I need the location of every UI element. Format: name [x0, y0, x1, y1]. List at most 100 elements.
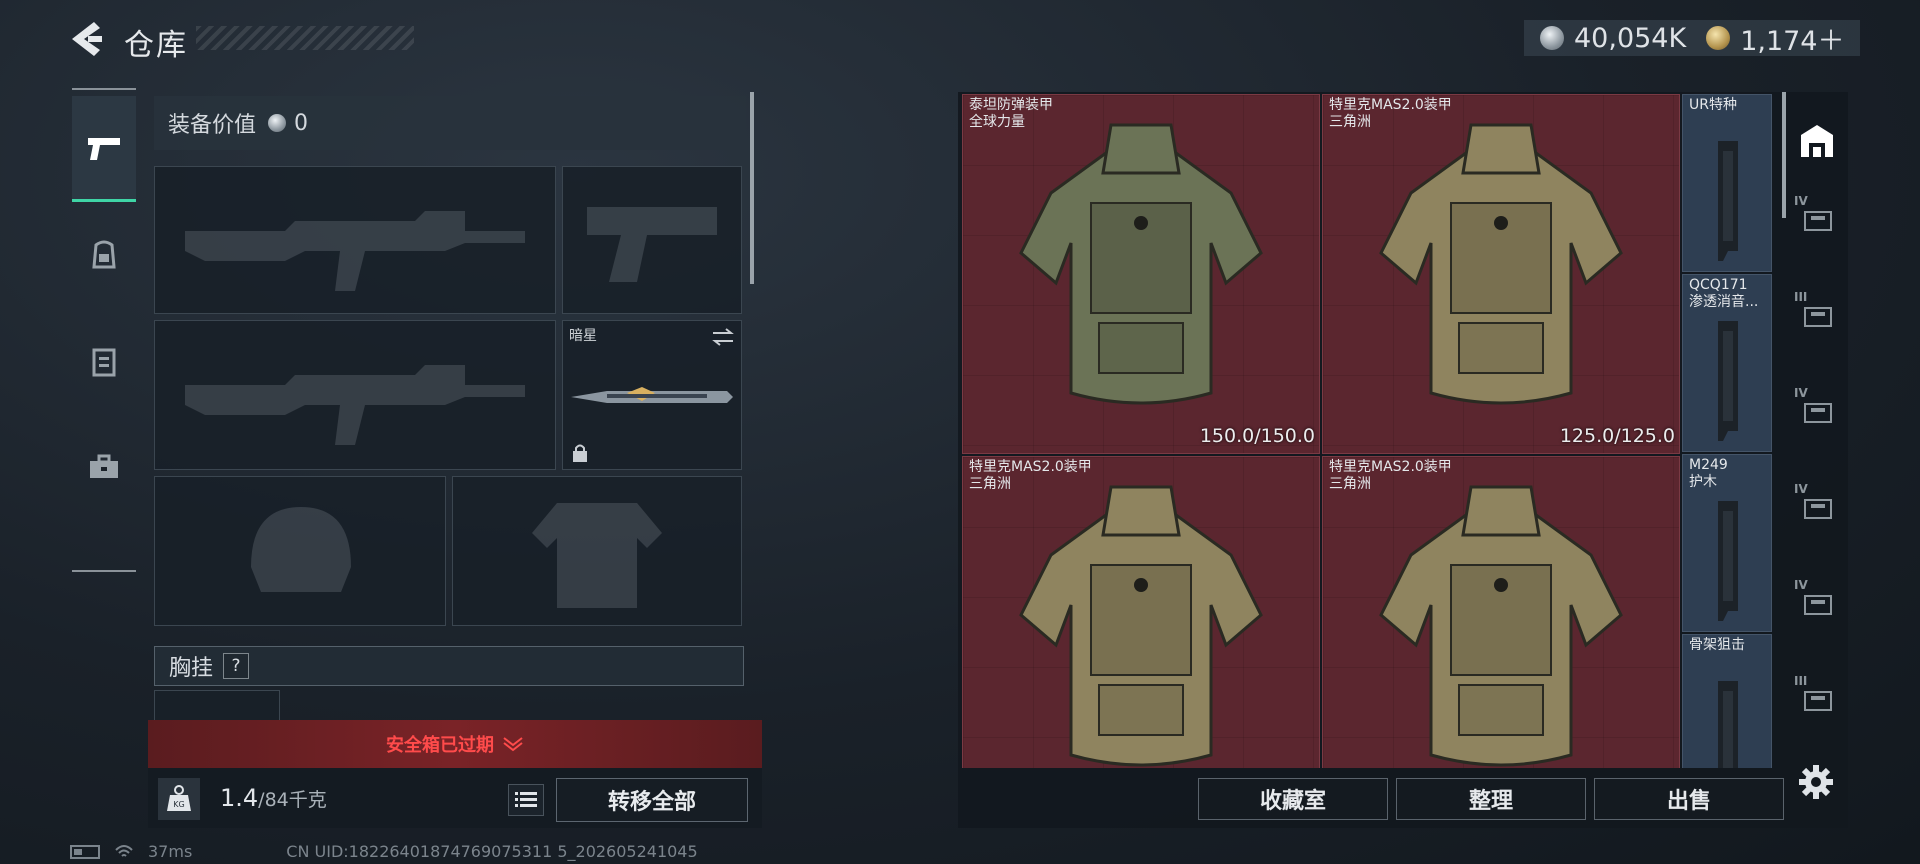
attachment-icon — [1718, 141, 1738, 261]
item-durability: 150.0/150.0 — [1199, 425, 1315, 447]
silver-coin-icon — [268, 114, 287, 132]
storage-item-attachment[interactable]: 骨架狙击 — [1682, 634, 1772, 768]
equipment-tabs — [72, 88, 136, 572]
attachment-icon — [1718, 681, 1738, 768]
storage-item-attachment[interactable]: M249 护木 — [1682, 454, 1772, 632]
item-name: 特里克MAS2.0装甲 三角洲 — [1329, 97, 1452, 131]
transfer-all-button[interactable]: 转移全部 — [556, 778, 748, 822]
tab-case[interactable] — [72, 414, 136, 520]
sell-button[interactable]: 出售 — [1594, 778, 1784, 820]
item-name: UR特种 — [1689, 97, 1737, 114]
item-name: 特里克MAS2.0装甲 三角洲 — [1329, 459, 1452, 493]
svg-text:KG: KG — [173, 800, 184, 809]
item-name: M249 护木 — [1689, 457, 1728, 491]
silver-coin-icon — [1540, 26, 1564, 50]
tier-label: IV — [1794, 386, 1808, 400]
tab-storage-section[interactable]: IV — [1792, 578, 1842, 628]
settings-button[interactable] — [1796, 762, 1836, 802]
title-decoration — [196, 26, 414, 50]
weight-max: /84千克 — [258, 789, 327, 811]
melee-name: 暗星 — [569, 328, 597, 344]
tab-storage-section[interactable]: III — [1792, 290, 1842, 340]
chest-rig-label: 胸挂 — [169, 656, 214, 681]
item-name-line: 三角洲 — [1329, 476, 1371, 492]
tab-backpack[interactable] — [72, 202, 136, 308]
swap-icon[interactable] — [711, 327, 735, 347]
tier-label: IV — [1794, 578, 1808, 592]
weight-readout: 1.4/84千克 — [220, 784, 327, 812]
tier-label: IV — [1794, 194, 1808, 208]
item-name-line: UR特种 — [1689, 97, 1737, 113]
item-name-line: 特里克MAS2.0装甲 — [1329, 459, 1452, 475]
tab-storage-section[interactable]: III — [1792, 674, 1842, 724]
gear-icon — [1799, 765, 1833, 799]
weight-icon: KG — [158, 778, 200, 820]
warehouse-icon — [1801, 125, 1833, 157]
tier-label: III — [1794, 674, 1808, 688]
gold-currency-value[interactable]: 1,174＋ — [1740, 19, 1844, 58]
equipment-scrollbar[interactable] — [750, 92, 754, 284]
item-name-line: 渗透消音... — [1689, 294, 1759, 310]
storage-box-icon — [1804, 595, 1832, 615]
armor-vest-icon — [1019, 485, 1263, 767]
help-icon[interactable]: ? — [223, 653, 250, 679]
item-name: QCQ171 渗透消音... — [1689, 277, 1758, 311]
storage-item-armor[interactable]: 泰坦防弹装甲 全球力量 150.0/150.0 — [962, 94, 1320, 454]
tab-storage-section[interactable]: IV — [1792, 386, 1842, 436]
lock-icon — [573, 444, 587, 462]
pistol-slot[interactable] — [562, 166, 742, 314]
storage-grid: 泰坦防弹装甲 全球力量 150.0/150.0 特里克MAS2.0装甲 三角洲 125.0… — [962, 94, 1780, 768]
storage-box-icon — [1804, 403, 1832, 423]
armor-silhouette-icon — [532, 503, 662, 608]
rifle-silhouette-icon — [185, 211, 525, 291]
pistol-icon — [88, 137, 120, 160]
weight-current: 1.4 — [220, 784, 259, 812]
storage-item-armor[interactable]: 特里克MAS2.0装甲 三角洲 — [962, 456, 1320, 768]
armor-vest-icon — [1379, 485, 1623, 767]
safebox-expired-text: 安全箱已过期 — [386, 735, 494, 756]
back-button[interactable] — [66, 18, 108, 60]
tab-storage-section[interactable]: IV — [1792, 194, 1842, 244]
list-icon — [515, 792, 537, 807]
currency-bar: 40,054K 1,174＋ — [1524, 19, 1860, 58]
storage-item-armor[interactable]: 特里克MAS2.0装甲 三角洲 125.0/125.0 — [1322, 94, 1680, 454]
equipment-panel: 装备价值 0 暗星 — [148, 92, 752, 728]
pistol-silhouette-icon — [587, 207, 717, 282]
attachment-icon — [1718, 321, 1738, 441]
tier-label: IV — [1794, 482, 1808, 496]
item-name: 骨架狙击 — [1689, 637, 1745, 654]
uid-text: CN UID:18226401874769075311 5_2026052410… — [286, 842, 698, 861]
storage-box-icon — [1804, 211, 1832, 231]
storage-box-icon — [1804, 499, 1832, 519]
rifle-silhouette-icon — [185, 365, 525, 445]
storage-box-icon — [1804, 307, 1832, 327]
item-name: 泰坦防弹装甲 全球力量 — [969, 97, 1053, 131]
knife-icon — [571, 387, 733, 403]
melee-slot[interactable]: 暗星 — [562, 320, 742, 470]
secondary-weapon-slot[interactable] — [154, 320, 556, 470]
vest-icon — [92, 348, 116, 377]
equipment-value: 0 — [294, 110, 309, 136]
storage-item-attachment[interactable]: QCQ171 渗透消音... — [1682, 274, 1772, 452]
storage-box-icon — [1804, 691, 1832, 711]
tab-storage-main[interactable] — [1792, 116, 1842, 166]
item-name-line: QCQ171 — [1689, 277, 1748, 293]
page-title: 仓库 — [124, 28, 188, 63]
armor-slot[interactable] — [452, 476, 742, 626]
safebox-expired-banner[interactable]: 安全箱已过期 — [148, 720, 762, 768]
list-view-button[interactable] — [508, 784, 544, 816]
storage-tabs: IV III IV IV IV III — [1786, 94, 1846, 774]
tab-storage-section[interactable]: IV — [1792, 482, 1842, 532]
collection-room-button[interactable]: 收藏室 — [1198, 778, 1388, 820]
storage-item-attachment[interactable]: UR特种 — [1682, 94, 1772, 272]
tab-vest[interactable] — [72, 308, 136, 414]
organize-button[interactable]: 整理 — [1396, 778, 1586, 820]
item-name-line: 三角洲 — [969, 476, 1011, 492]
helmet-slot[interactable] — [154, 476, 446, 626]
primary-weapon-slot[interactable] — [154, 166, 556, 314]
tab-weapons[interactable] — [72, 96, 136, 202]
chest-rig-slot[interactable] — [154, 690, 280, 724]
chest-rig-header: 胸挂 ? — [154, 646, 744, 686]
storage-item-armor[interactable]: 特里克MAS2.0装甲 三角洲 — [1322, 456, 1680, 768]
tier-label: III — [1794, 290, 1808, 304]
